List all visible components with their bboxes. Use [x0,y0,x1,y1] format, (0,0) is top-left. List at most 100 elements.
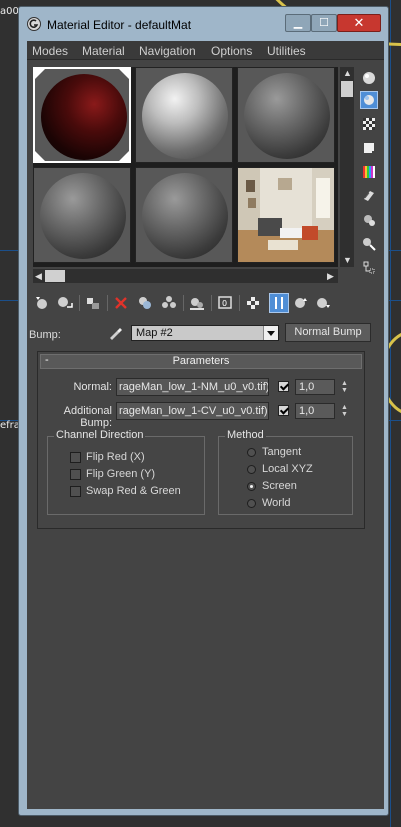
title-bar[interactable]: Material Editor - defaultMat ▁ ☐ ✕ [19,7,388,39]
sample-slot-5[interactable] [135,167,233,263]
backlight-icon[interactable] [360,91,378,109]
method-world-option[interactable]: World [247,497,291,511]
flip-green-option[interactable]: Flip Green (Y) [70,468,155,482]
sample-slot-6[interactable] [237,167,335,263]
normal-label: Normal: [73,381,112,393]
material-sphere [41,74,127,160]
screen-label: Screen [262,480,297,493]
method-screen-option[interactable]: Screen [247,480,297,494]
material-toolbar: 0 [33,293,378,315]
menu-navigation[interactable]: Navigation [139,44,196,58]
material-id-channel-icon[interactable]: 0 [215,293,235,313]
assign-to-selection-icon[interactable] [83,293,103,313]
world-radio[interactable] [247,498,256,508]
material-map-navigator-icon[interactable] [360,259,378,277]
method-tangent-option[interactable]: Tangent [247,446,301,460]
slots-horizontal-scrollbar[interactable]: ◀ ▶ [33,269,338,283]
slot-corner-marker [35,69,45,79]
normal-row: Normal: rageMan_low_1-NM_u0_v0.tif) 1,0 … [38,378,364,396]
swap-red-green-checkbox[interactable] [70,485,81,497]
spinner-arrows-icon[interactable]: ▲ ▼ [341,404,349,420]
flip-red-label: Flip Red (X) [86,451,145,464]
select-by-material-icon[interactable] [360,235,378,253]
normal-enable-checkbox[interactable] [278,381,289,392]
copy-material-icon[interactable] [135,293,155,313]
scroll-up-icon[interactable]: ▲ [343,68,352,78]
material-sphere [142,173,228,259]
maximize-button[interactable]: ☐ [311,14,337,32]
close-button[interactable]: ✕ [337,14,381,32]
video-color-check-icon[interactable] [360,163,378,181]
viewport-label: efra [0,420,20,431]
flip-green-label: Flip Green (Y) [86,468,156,481]
scroll-right-icon[interactable]: ▶ [327,271,334,282]
slot-corner-marker [119,151,129,161]
method-title: Method [225,429,266,441]
delete-icon[interactable] [111,293,131,313]
go-forward-to-sibling-icon[interactable] [313,293,333,313]
toolbar-separator [79,295,80,311]
show-map-in-viewport-icon[interactable] [243,293,263,313]
normal-amount-spinner[interactable]: 1,0 [295,379,335,395]
uv-tiling-icon[interactable] [360,139,378,157]
local-xyz-radio[interactable] [247,464,256,474]
scroll-thumb[interactable] [45,270,65,282]
show-end-result-icon[interactable] [269,293,289,313]
put-to-library-icon[interactable] [187,293,207,313]
make-preview-icon[interactable] [360,187,378,205]
flip-red-option[interactable]: Flip Red (X) [70,451,145,465]
minimize-button[interactable]: ▁ [285,14,311,32]
rollout-title: Parameters [172,355,230,367]
map-type-button[interactable]: Normal Bump [285,323,371,342]
sample-type-icon[interactable] [360,69,378,87]
scroll-down-icon[interactable]: ▼ [343,255,352,265]
flip-red-checkbox[interactable] [70,451,81,463]
put-to-scene-icon[interactable] [55,293,75,313]
spinner-arrows-icon[interactable]: ▲ ▼ [341,380,349,396]
eyedropper-icon[interactable] [107,325,123,341]
go-to-parent-icon[interactable] [291,293,311,313]
material-name-combo[interactable]: Map #2 [131,325,279,341]
scroll-left-icon[interactable]: ◀ [35,271,42,282]
tangent-radio[interactable] [247,447,256,457]
material-sphere [40,173,126,259]
menu-material[interactable]: Material [82,44,125,58]
background-icon[interactable] [360,115,378,133]
normal-map-button[interactable]: rageMan_low_1-NM_u0_v0.tif) [116,378,269,396]
toolbar-separator [239,295,240,311]
toolbar-separator [211,295,212,311]
sample-slot-1[interactable] [33,67,131,163]
scroll-thumb[interactable] [341,81,353,97]
menu-utilities[interactable]: Utilities [267,44,306,58]
rollout-header[interactable]: - Parameters [40,354,362,369]
sample-slots [33,67,338,267]
chevron-down-icon[interactable] [263,326,278,340]
sample-slot-2[interactable] [135,67,233,163]
make-unique-icon[interactable] [159,293,179,313]
options-icon[interactable] [360,211,378,229]
additional-bump-map-button[interactable]: rageMan_low_1-CV_u0_v0.tif) [116,402,269,420]
method-local-xyz-option[interactable]: Local XYZ [247,463,313,477]
screen-radio[interactable] [247,481,256,491]
swap-red-green-label: Swap Red & Green [86,485,181,498]
grid-line [390,0,391,827]
parameters-rollout: - Parameters Normal: rageMan_low_1-NM_u0… [37,351,365,529]
additional-bump-enable-checkbox[interactable] [278,405,289,416]
swap-red-green-option[interactable]: Swap Red & Green [70,485,181,499]
get-material-icon[interactable] [33,293,53,313]
bump-label: Bump: [29,329,61,341]
material-editor-window: Material Editor - defaultMat ▁ ☐ ✕ Modes… [18,6,389,816]
menu-options[interactable]: Options [211,44,252,58]
method-group: Method Tangent Local XYZ Screen World [218,429,353,515]
slot-corner-marker [35,151,45,161]
sample-slot-4[interactable] [33,167,131,263]
collapse-icon[interactable]: - [45,354,49,367]
additional-bump-amount-spinner[interactable]: 1,0 [295,403,335,419]
sample-slot-3[interactable] [237,67,335,163]
bump-row: Bump: Map #2 Normal Bump [27,323,384,345]
channel-direction-group: Channel Direction Flip Red (X) Flip Gree… [47,429,205,515]
flip-green-checkbox[interactable] [70,468,81,480]
menu-modes[interactable]: Modes [32,44,68,58]
world-label: World [262,497,291,510]
slots-vertical-scrollbar[interactable]: ▲ ▼ [340,67,354,267]
